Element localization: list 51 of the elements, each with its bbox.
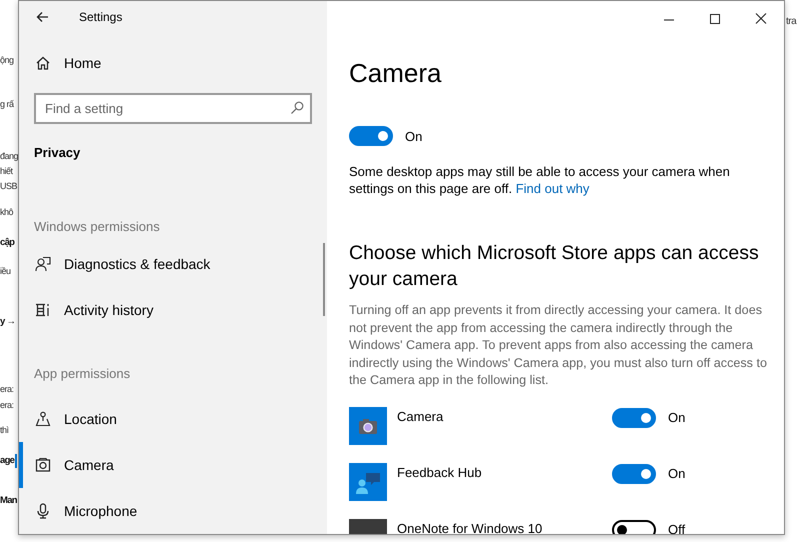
toggle-label: On xyxy=(405,128,422,144)
text-fragment: USB xyxy=(0,181,18,192)
window-title: Settings xyxy=(79,10,122,24)
location-icon xyxy=(35,411,51,427)
section-heading: Choose which Microsoft Store apps can access your camera xyxy=(349,241,759,292)
section-description: Turning off an app prevents it from directly accessing your camera. It does not prevent the app from accessing the camera indirectly through the Windows' Camera app. To prevent apps from also accessing the camera indirectly using the Windows' Camera app, you must also turn off access to the Camera app in the following list. xyxy=(349,302,768,389)
toggle-switch[interactable] xyxy=(612,520,656,534)
section-title: Privacy xyxy=(33,144,82,162)
text-fragment: ộng xyxy=(0,55,14,66)
app-name: OneNote for Windows 10 xyxy=(397,520,544,534)
toggle-label: Off xyxy=(668,522,686,534)
nav-item[interactable]: Microphone xyxy=(19,488,327,534)
toggle-label: On xyxy=(668,410,686,425)
search-icon xyxy=(289,100,305,116)
text-fragment: khô xyxy=(0,207,14,218)
text-fragment: era: xyxy=(0,384,14,395)
text-fragment: đang xyxy=(0,151,18,162)
people-chat-app-icon xyxy=(349,462,387,500)
nav-item[interactable]: Activity history xyxy=(19,287,327,333)
text-fragment: Man xyxy=(0,494,17,508)
app-name: Feedback Hub xyxy=(397,464,483,480)
text-fragment: cập xyxy=(0,236,14,250)
group-heading: Windows permissions xyxy=(33,218,161,236)
group-heading: App permissions xyxy=(33,365,132,383)
text-fragment: thì xyxy=(0,425,9,436)
text-fragment: hiết xyxy=(0,166,13,177)
text-fragment: y → xyxy=(0,315,16,329)
search-field[interactable]: Find a setting xyxy=(34,93,312,124)
nav-item[interactable]: Diagnostics & feedback xyxy=(19,241,327,287)
text-fragment: tra xyxy=(785,16,798,27)
toggle-label: On xyxy=(668,466,686,481)
microphone-icon xyxy=(35,503,51,519)
find-out-why-link[interactable]: Find out why xyxy=(516,181,590,196)
text-fragment: iều xyxy=(0,266,11,277)
text-fragment: era: xyxy=(0,400,14,411)
app-name: Camera xyxy=(397,408,444,424)
person-chat-icon xyxy=(35,256,51,272)
page-title: Camera xyxy=(349,57,442,89)
note-text: Some desktop apps may still be able to access your camera when settings on this page are off. Find out why xyxy=(349,163,731,197)
toggle-switch[interactable] xyxy=(349,126,393,146)
home-item[interactable]: Home xyxy=(19,46,327,81)
nav-item[interactable]: Location xyxy=(19,396,327,442)
home-icon xyxy=(35,55,51,72)
camera-app-icon xyxy=(349,406,387,444)
text-fragment: age xyxy=(0,454,18,468)
timeline-icon xyxy=(35,302,51,318)
camera-icon xyxy=(35,457,51,473)
text-fragment: g rấ xyxy=(0,99,14,110)
scrollbar[interactable] xyxy=(323,243,325,316)
toggle-switch[interactable] xyxy=(612,408,656,428)
toggle-switch[interactable] xyxy=(612,464,656,484)
